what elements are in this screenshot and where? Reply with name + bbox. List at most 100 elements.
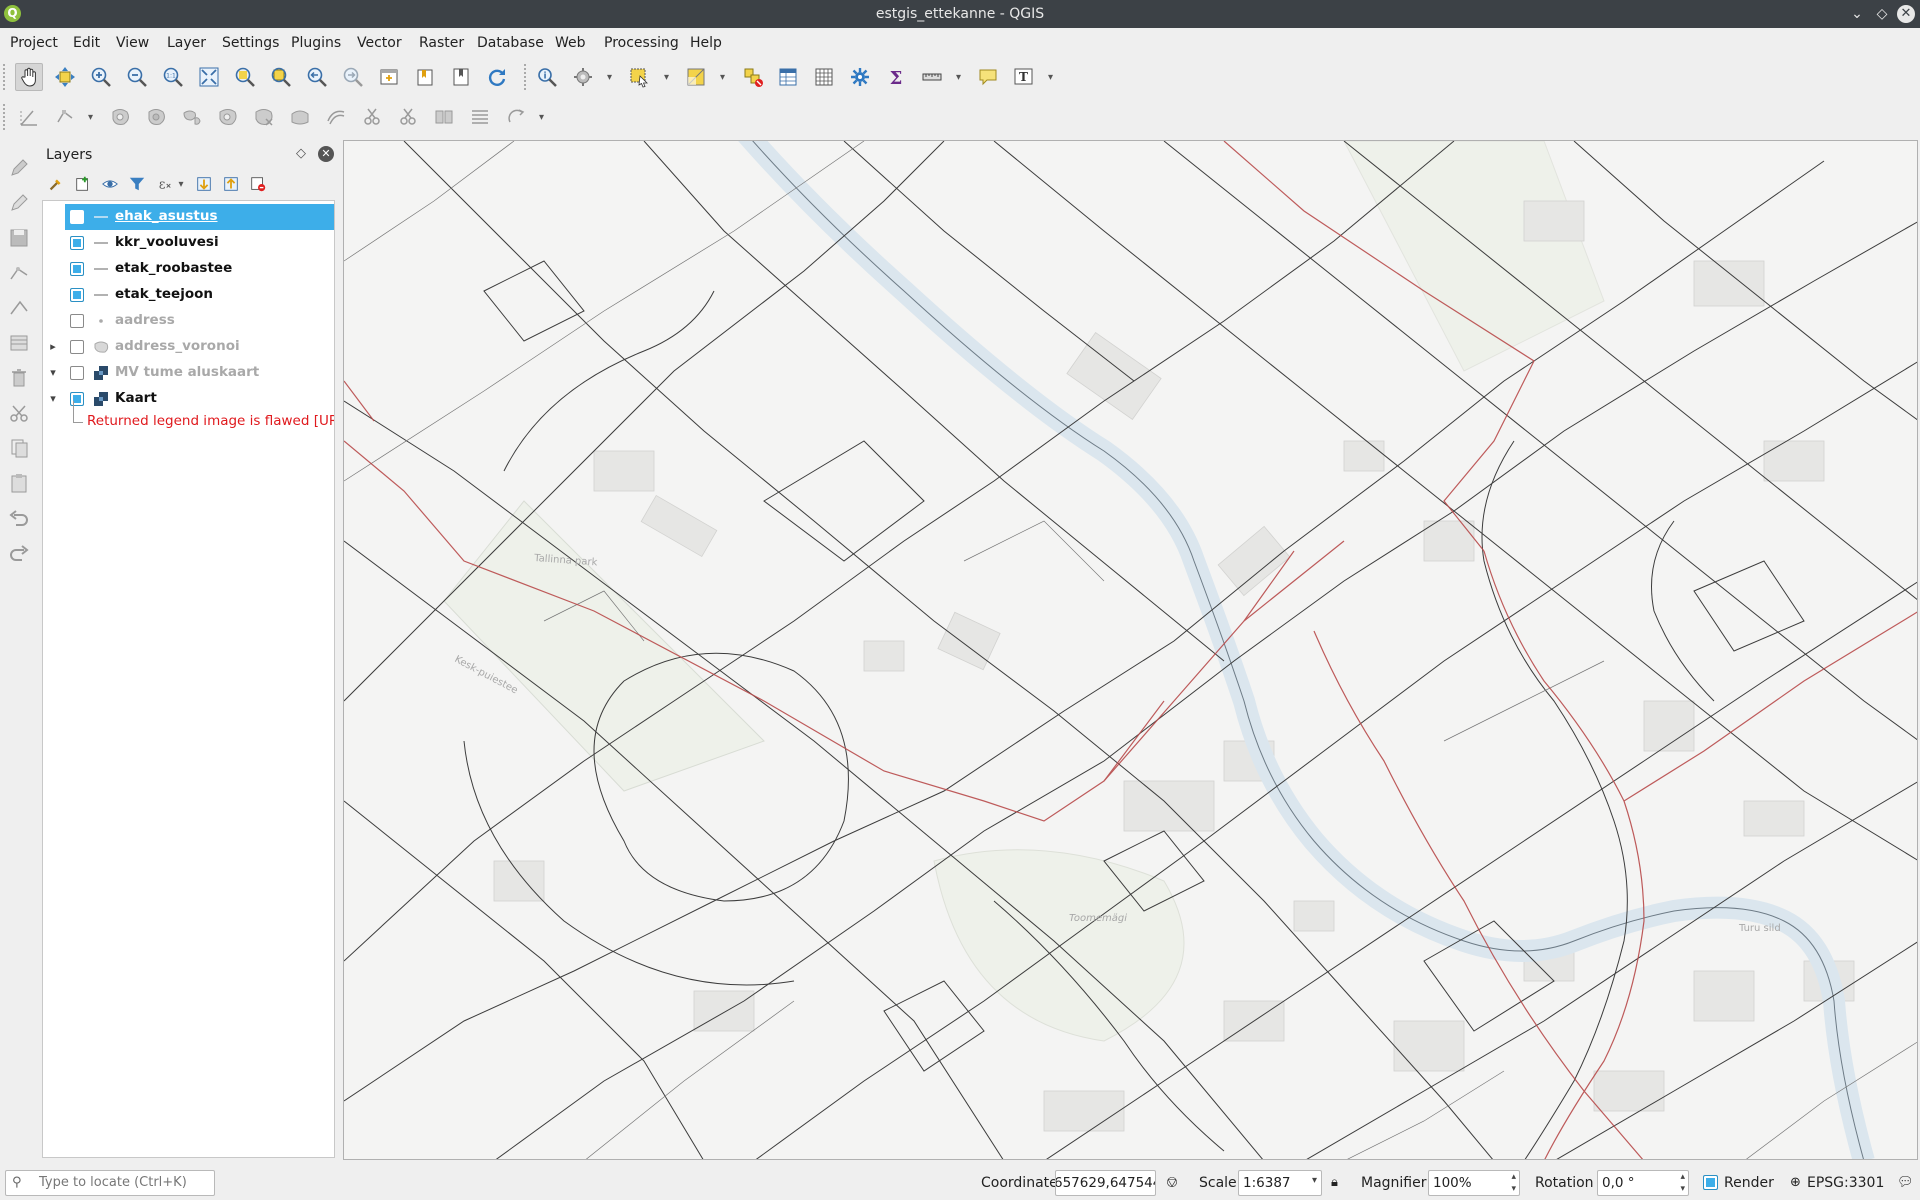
layer-row-kkr-vooluvesi[interactable]: kkr_vooluvesi: [43, 230, 334, 256]
select-features-icon[interactable]: [625, 63, 653, 91]
select-dropdown-icon[interactable]: ▾: [664, 72, 669, 83]
scale-combobox[interactable]: 1:6387 ▾: [1238, 1170, 1322, 1196]
zoom-in-icon[interactable]: [87, 63, 115, 91]
layer-row-etak-roobastee[interactable]: etak_roobastee: [43, 256, 334, 282]
add-ring-icon[interactable]: [106, 103, 134, 131]
minimize-icon[interactable]: ⌄: [1847, 4, 1867, 24]
field-calculator-icon[interactable]: [810, 63, 838, 91]
annotation-dropdown-icon[interactable]: ▾: [1048, 72, 1053, 83]
add-line-feature-icon[interactable]: [7, 261, 31, 285]
run-action-icon[interactable]: [569, 63, 597, 91]
cut-features-icon[interactable]: [7, 401, 31, 425]
coordinate-field[interactable]: 657629,6475445: [1055, 1170, 1156, 1196]
redo-icon[interactable]: [7, 541, 31, 565]
offset-curve-icon[interactable]: [322, 103, 350, 131]
attribute-table-icon[interactable]: [774, 63, 802, 91]
toggle-editing-icon[interactable]: [7, 191, 31, 215]
toolbar-handle[interactable]: [524, 64, 527, 90]
vertex-dropdown-icon[interactable]: ▾: [88, 112, 93, 123]
open-styling-icon[interactable]: [46, 174, 66, 194]
zoom-to-selection-icon[interactable]: [231, 63, 259, 91]
layer-row-ehak-asustus[interactable]: ehak_asustus: [43, 204, 334, 230]
reshape-features-icon[interactable]: [286, 103, 314, 131]
toolbar-handle[interactable]: [3, 64, 6, 90]
filter-dropdown-icon[interactable]: ▾: [175, 174, 187, 194]
new-bookmark-icon[interactable]: [411, 63, 439, 91]
deselect-features-icon[interactable]: [739, 63, 767, 91]
menu-database[interactable]: Database: [477, 35, 544, 51]
split-parts-icon[interactable]: [394, 103, 422, 131]
layer-row-mv-tume-aluskaart[interactable]: ▾ MV tume aluskaart: [43, 360, 334, 386]
merge-attributes-icon[interactable]: [466, 103, 494, 131]
layer-row-aadress[interactable]: aadress: [43, 308, 334, 334]
menu-help[interactable]: Help: [690, 35, 722, 51]
copy-features-icon[interactable]: [7, 436, 31, 460]
remove-layer-icon[interactable]: [248, 174, 268, 194]
delete-selected-icon[interactable]: [7, 366, 31, 390]
layer-visibility-checkbox[interactable]: [70, 210, 84, 224]
advanced-digitizing-icon[interactable]: [15, 103, 43, 131]
fill-ring-icon[interactable]: [142, 103, 170, 131]
layer-visibility-checkbox[interactable]: [70, 262, 84, 276]
layer-visibility-checkbox[interactable]: [70, 314, 84, 328]
close-icon[interactable]: ✕: [1897, 5, 1915, 23]
statistical-summary-icon[interactable]: Σ: [882, 63, 910, 91]
menu-layer[interactable]: Layer: [167, 35, 206, 51]
current-edits-icon[interactable]: [7, 156, 31, 180]
zoom-last-icon[interactable]: [303, 63, 331, 91]
layer-visibility-checkbox[interactable]: [70, 366, 84, 380]
collapse-all-icon[interactable]: [221, 174, 241, 194]
manage-visibility-icon[interactable]: [100, 174, 120, 194]
vertex-tool-icon[interactable]: [51, 103, 79, 131]
crs-globe-icon[interactable]: ⊕: [1790, 1175, 1801, 1190]
new-map-view-icon[interactable]: [375, 63, 403, 91]
menu-settings[interactable]: Settings: [222, 35, 279, 51]
float-panel-icon[interactable]: ◇: [296, 146, 306, 161]
zoom-native-icon[interactable]: 1:1: [159, 63, 187, 91]
rotate-point-symbols-icon[interactable]: [502, 103, 530, 131]
magnifier-spinbox[interactable]: 100% ▴ ▾: [1428, 1170, 1520, 1196]
expand-arrow-icon[interactable]: ▸: [47, 340, 59, 353]
save-edits-icon[interactable]: [7, 226, 31, 250]
pan-to-selection-icon[interactable]: [51, 63, 79, 91]
map-tips-icon[interactable]: [974, 63, 1002, 91]
zoom-next-icon[interactable]: [339, 63, 367, 91]
add-group-icon[interactable]: [73, 174, 93, 194]
collapse-arrow-icon[interactable]: ▾: [47, 366, 59, 379]
maximize-icon[interactable]: ◇: [1872, 4, 1892, 24]
menu-view[interactable]: View: [116, 35, 149, 51]
lock-scale-icon[interactable]: 🔒︎: [1331, 1175, 1338, 1190]
select-value-dropdown-icon[interactable]: ▾: [720, 72, 725, 83]
render-checkbox[interactable]: [1703, 1175, 1718, 1190]
layer-visibility-checkbox[interactable]: [70, 288, 84, 302]
processing-toolbox-icon[interactable]: [846, 63, 874, 91]
messages-icon[interactable]: 💬︎: [1897, 1175, 1914, 1190]
menu-project[interactable]: Project: [10, 35, 58, 51]
modify-attributes-icon[interactable]: [7, 331, 31, 355]
locator-search-input[interactable]: ⚲ Type to locate (Ctrl+K): [5, 1170, 215, 1196]
text-annotation-icon[interactable]: T: [1010, 63, 1038, 91]
menu-edit[interactable]: Edit: [73, 35, 100, 51]
select-by-value-icon[interactable]: [682, 63, 710, 91]
spin-arrows-icon[interactable]: ▴ ▾: [1680, 1171, 1685, 1195]
expand-all-icon[interactable]: [194, 174, 214, 194]
layer-row-address-voronoi[interactable]: ▸ address_voronoi: [43, 334, 334, 360]
layer-row-kaart[interactable]: ▾ Kaart: [43, 386, 334, 412]
menu-vector[interactable]: Vector: [357, 35, 402, 51]
delete-ring-icon[interactable]: [214, 103, 242, 131]
zoom-full-icon[interactable]: [195, 63, 223, 91]
menu-raster[interactable]: Raster: [419, 35, 464, 51]
rotation-spinbox[interactable]: 0,0 ° ▴ ▾: [1597, 1170, 1689, 1196]
menu-web[interactable]: Web: [555, 35, 586, 51]
close-panel-icon[interactable]: ✕: [318, 146, 334, 162]
paste-features-icon[interactable]: [7, 471, 31, 495]
menu-plugins[interactable]: Plugins: [291, 35, 341, 51]
rotate-dropdown-icon[interactable]: ▾: [539, 112, 544, 123]
layer-visibility-checkbox[interactable]: [70, 236, 84, 250]
delete-part-icon[interactable]: [250, 103, 278, 131]
add-part-icon[interactable]: [178, 103, 206, 131]
collapse-arrow-icon[interactable]: ▾: [47, 392, 59, 405]
show-bookmarks-icon[interactable]: [447, 63, 475, 91]
measure-line-icon[interactable]: [918, 63, 946, 91]
spin-arrows-icon[interactable]: ▴ ▾: [1511, 1171, 1516, 1195]
